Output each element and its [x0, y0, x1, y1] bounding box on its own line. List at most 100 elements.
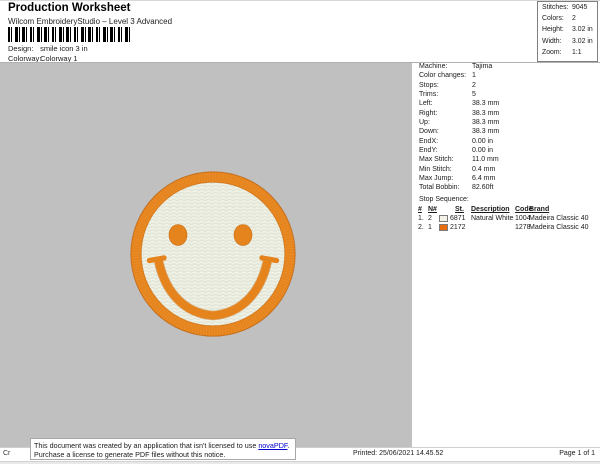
seq-brand: Madeira Classic 40: [529, 214, 589, 222]
detail-value: 38.3 mm: [472, 119, 500, 127]
detail-value: 5: [472, 91, 476, 99]
page-number: Page 1 of 1: [559, 450, 595, 457]
novapdf-notice-box: This document was created by an applicat…: [30, 438, 296, 460]
detail-value: 38.3 mm: [472, 109, 500, 117]
col-needle: N#: [428, 206, 437, 213]
smile-right-cap: [259, 255, 280, 264]
top-hairline: [0, 0, 600, 1]
detail-color-changes: Color changes: 1: [415, 72, 600, 81]
notice-line-2: Purchase a license to generate PDF files…: [34, 449, 226, 459]
detail-min-stitch: Min Stitch: 0.4 mm: [415, 166, 600, 175]
detail-down: Down: 38.3 mm: [415, 128, 600, 137]
detail-stops: Stops: 2: [415, 82, 600, 91]
col-description: Description: [471, 206, 510, 213]
detail-value: 0.00 in: [472, 147, 494, 155]
detail-value: 0.4 mm: [472, 165, 496, 173]
detail-value: 38.3 mm: [472, 128, 500, 136]
notice-text: This document was created by an applicat…: [34, 440, 259, 450]
detail-label: Down:: [419, 128, 439, 136]
detail-value: 38.3 mm: [472, 100, 500, 108]
production-worksheet-page: Production Worksheet Wilcom EmbroiderySt…: [0, 0, 600, 464]
detail-label: Trims:: [419, 91, 439, 99]
detail-label: Left:: [419, 100, 433, 108]
detail-endx: EndX: 0.00 in: [415, 138, 600, 147]
stat-label: Stitches:: [542, 4, 569, 11]
detail-label: Stops:: [419, 81, 439, 89]
printed-timestamp: Printed: 25/06/2021 14.45.52: [353, 450, 444, 457]
detail-value: Tajima: [472, 63, 493, 70]
detail-label: Up:: [419, 119, 430, 127]
seq-thread-number: 2172: [450, 223, 466, 231]
stat-colors: Colors: 2: [538, 15, 597, 26]
col-num: #: [418, 206, 422, 213]
novapdf-link[interactable]: novaPDF: [258, 441, 287, 450]
notice-text: .: [287, 440, 290, 450]
detail-endy: EndY: 0.00 in: [415, 147, 600, 156]
detail-value: 6.4 mm: [472, 175, 496, 183]
detail-up: Up: 38.3 mm: [415, 119, 600, 128]
right-eye: [233, 224, 253, 246]
stat-label: Height:: [542, 26, 564, 34]
smiley-embroidery-preview: [130, 171, 296, 337]
design-canvas: [0, 63, 412, 447]
detail-right: Right: 38.3 mm: [415, 110, 600, 119]
col-brand: Brand: [529, 206, 550, 213]
stop-sequence-row: 1. 2 6871 Natural White 1004 Madeira Cla…: [415, 215, 600, 224]
detail-max-stitch: Max Stitch: 11.0 mm: [415, 156, 600, 165]
design-label: Design:: [8, 44, 34, 53]
detail-label: Total Bobbin:: [419, 184, 460, 192]
stat-label: Colors:: [542, 15, 564, 23]
detail-label: Max Jump:: [419, 175, 454, 183]
detail-total-bobbin: Total Bobbin: 82.60ft: [415, 184, 600, 193]
detail-value: 1: [472, 72, 476, 80]
stat-label: Zoom:: [542, 48, 562, 56]
stat-height: Height: 3.02 in: [538, 26, 597, 37]
detail-max-jump: Max Jump: 6.4 mm: [415, 175, 600, 184]
detail-label: Min Stitch:: [419, 165, 452, 173]
detail-label: Max Stitch:: [419, 156, 454, 164]
thread-color-swatch: [439, 224, 448, 231]
clipped-text: Cr: [3, 450, 11, 457]
detail-label: Machine:: [419, 63, 448, 70]
stat-zoom: Zoom: 1:1: [538, 49, 597, 60]
design-value: smile icon 3 in: [40, 44, 88, 53]
smile-left-cap: [146, 255, 167, 264]
stop-sequence-row: 2. 1 2172 1278 Madeira Classic 40: [415, 224, 600, 233]
barcode-image: [8, 27, 130, 42]
stop-sequence-title: Stop Sequence:: [419, 196, 469, 203]
seq-description: Natural White: [471, 214, 514, 222]
machine-details-panel: Machine: Tajima Color changes: 1 Stops: 2 T…: [415, 63, 600, 194]
left-eye: [168, 224, 188, 246]
notice-line-1: This document was created by an applicat…: [34, 441, 292, 450]
detail-value: 82.60ft: [472, 184, 494, 192]
detail-label: EndX:: [419, 137, 439, 145]
stat-value: 9045: [572, 4, 588, 11]
design-row: Design: smile icon 3 in: [8, 44, 88, 53]
detail-machine: Machine: Tajima: [415, 63, 600, 72]
stat-label: Width:: [542, 37, 562, 45]
thread-color-swatch: [439, 215, 448, 222]
detail-value: 2: [472, 81, 476, 89]
stat-value: 2: [572, 15, 576, 23]
seq-brand: Madeira Classic 40: [529, 223, 589, 231]
stat-value: 3.02 in: [572, 37, 593, 45]
stat-value: 3.02 in: [572, 26, 593, 34]
design-stats-box: Stitches: 9045 Colors: 2 Height: 3.02 in…: [537, 1, 598, 62]
app-subtitle: Wilcom EmbroideryStudio – Level 3 Advanc…: [8, 17, 173, 26]
seq-needle: 1: [428, 223, 432, 231]
seq-num: 2.: [418, 223, 424, 231]
detail-trims: Trims: 5: [415, 91, 600, 100]
detail-value: 0.00 in: [472, 137, 494, 145]
seq-num: 1.: [418, 214, 424, 222]
col-stitch: St.: [455, 206, 464, 213]
stat-value: 1:1: [572, 48, 582, 56]
detail-label: Color changes:: [419, 72, 467, 80]
stat-stitches: Stitches: 9045: [538, 4, 597, 15]
page-title: Production Worksheet: [8, 2, 131, 14]
stat-width: Width: 3.02 in: [538, 38, 597, 49]
detail-label: EndY:: [419, 147, 438, 155]
detail-value: 11.0 mm: [472, 156, 499, 164]
detail-label: Right:: [419, 109, 438, 117]
seq-needle: 2: [428, 214, 432, 222]
detail-left: Left: 38.3 mm: [415, 100, 600, 109]
